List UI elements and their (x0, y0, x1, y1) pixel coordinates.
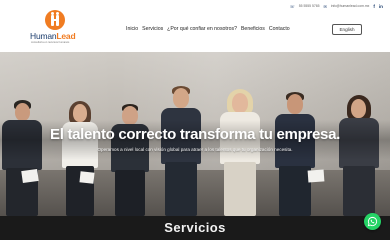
contact-bar: ☏ 55 5555 5765 ✉ info@humanlead.com.mx f… (290, 2, 383, 10)
contact-phone[interactable]: 55 5555 5765 (299, 4, 320, 8)
linkedin-icon[interactable]: in (379, 4, 383, 9)
facebook-icon[interactable]: f (373, 4, 375, 9)
hero-title: El talento correcto transforma tu empres… (50, 126, 340, 143)
resume-paper (21, 168, 39, 184)
resume-paper (307, 169, 325, 183)
nav-item-beneficios[interactable]: Beneficios (241, 26, 265, 32)
humanlead-logo[interactable]: HumanLead consultoría en recursos humano… (30, 10, 82, 48)
contact-email[interactable]: info@humanlead.com.mx (331, 4, 370, 8)
site-header: HumanLead consultoría en recursos humano… (0, 0, 390, 52)
hero-subtitle: Operamos a nivel local con visión global… (97, 147, 293, 152)
logo-wordmark: HumanLead (30, 31, 76, 41)
language-button[interactable]: English (332, 24, 362, 35)
phone-icon: ☏ (289, 3, 295, 9)
nav-item-contacto[interactable]: Contacto (269, 26, 290, 32)
resume-paper (79, 171, 95, 184)
whatsapp-icon (367, 216, 378, 227)
section-title: Servicios (164, 220, 226, 235)
main-nav: Inicio Servicios ¿Por qué confiar en nos… (126, 26, 290, 32)
services-section-header: Servicios (0, 216, 390, 240)
nav-item-inicio[interactable]: Inicio (126, 26, 138, 32)
nav-item-servicios[interactable]: Servicios (142, 26, 163, 32)
hero-banner: El talento correcto transforma tu empres… (0, 52, 390, 216)
mail-icon: ✉ (323, 3, 327, 9)
logo-mark-icon (45, 10, 65, 30)
nav-item-por-que-confiar[interactable]: ¿Por qué confiar en nosotros? (167, 26, 237, 32)
whatsapp-button[interactable] (364, 213, 381, 230)
logo-tagline: consultoría en recursos humanos (31, 41, 70, 44)
